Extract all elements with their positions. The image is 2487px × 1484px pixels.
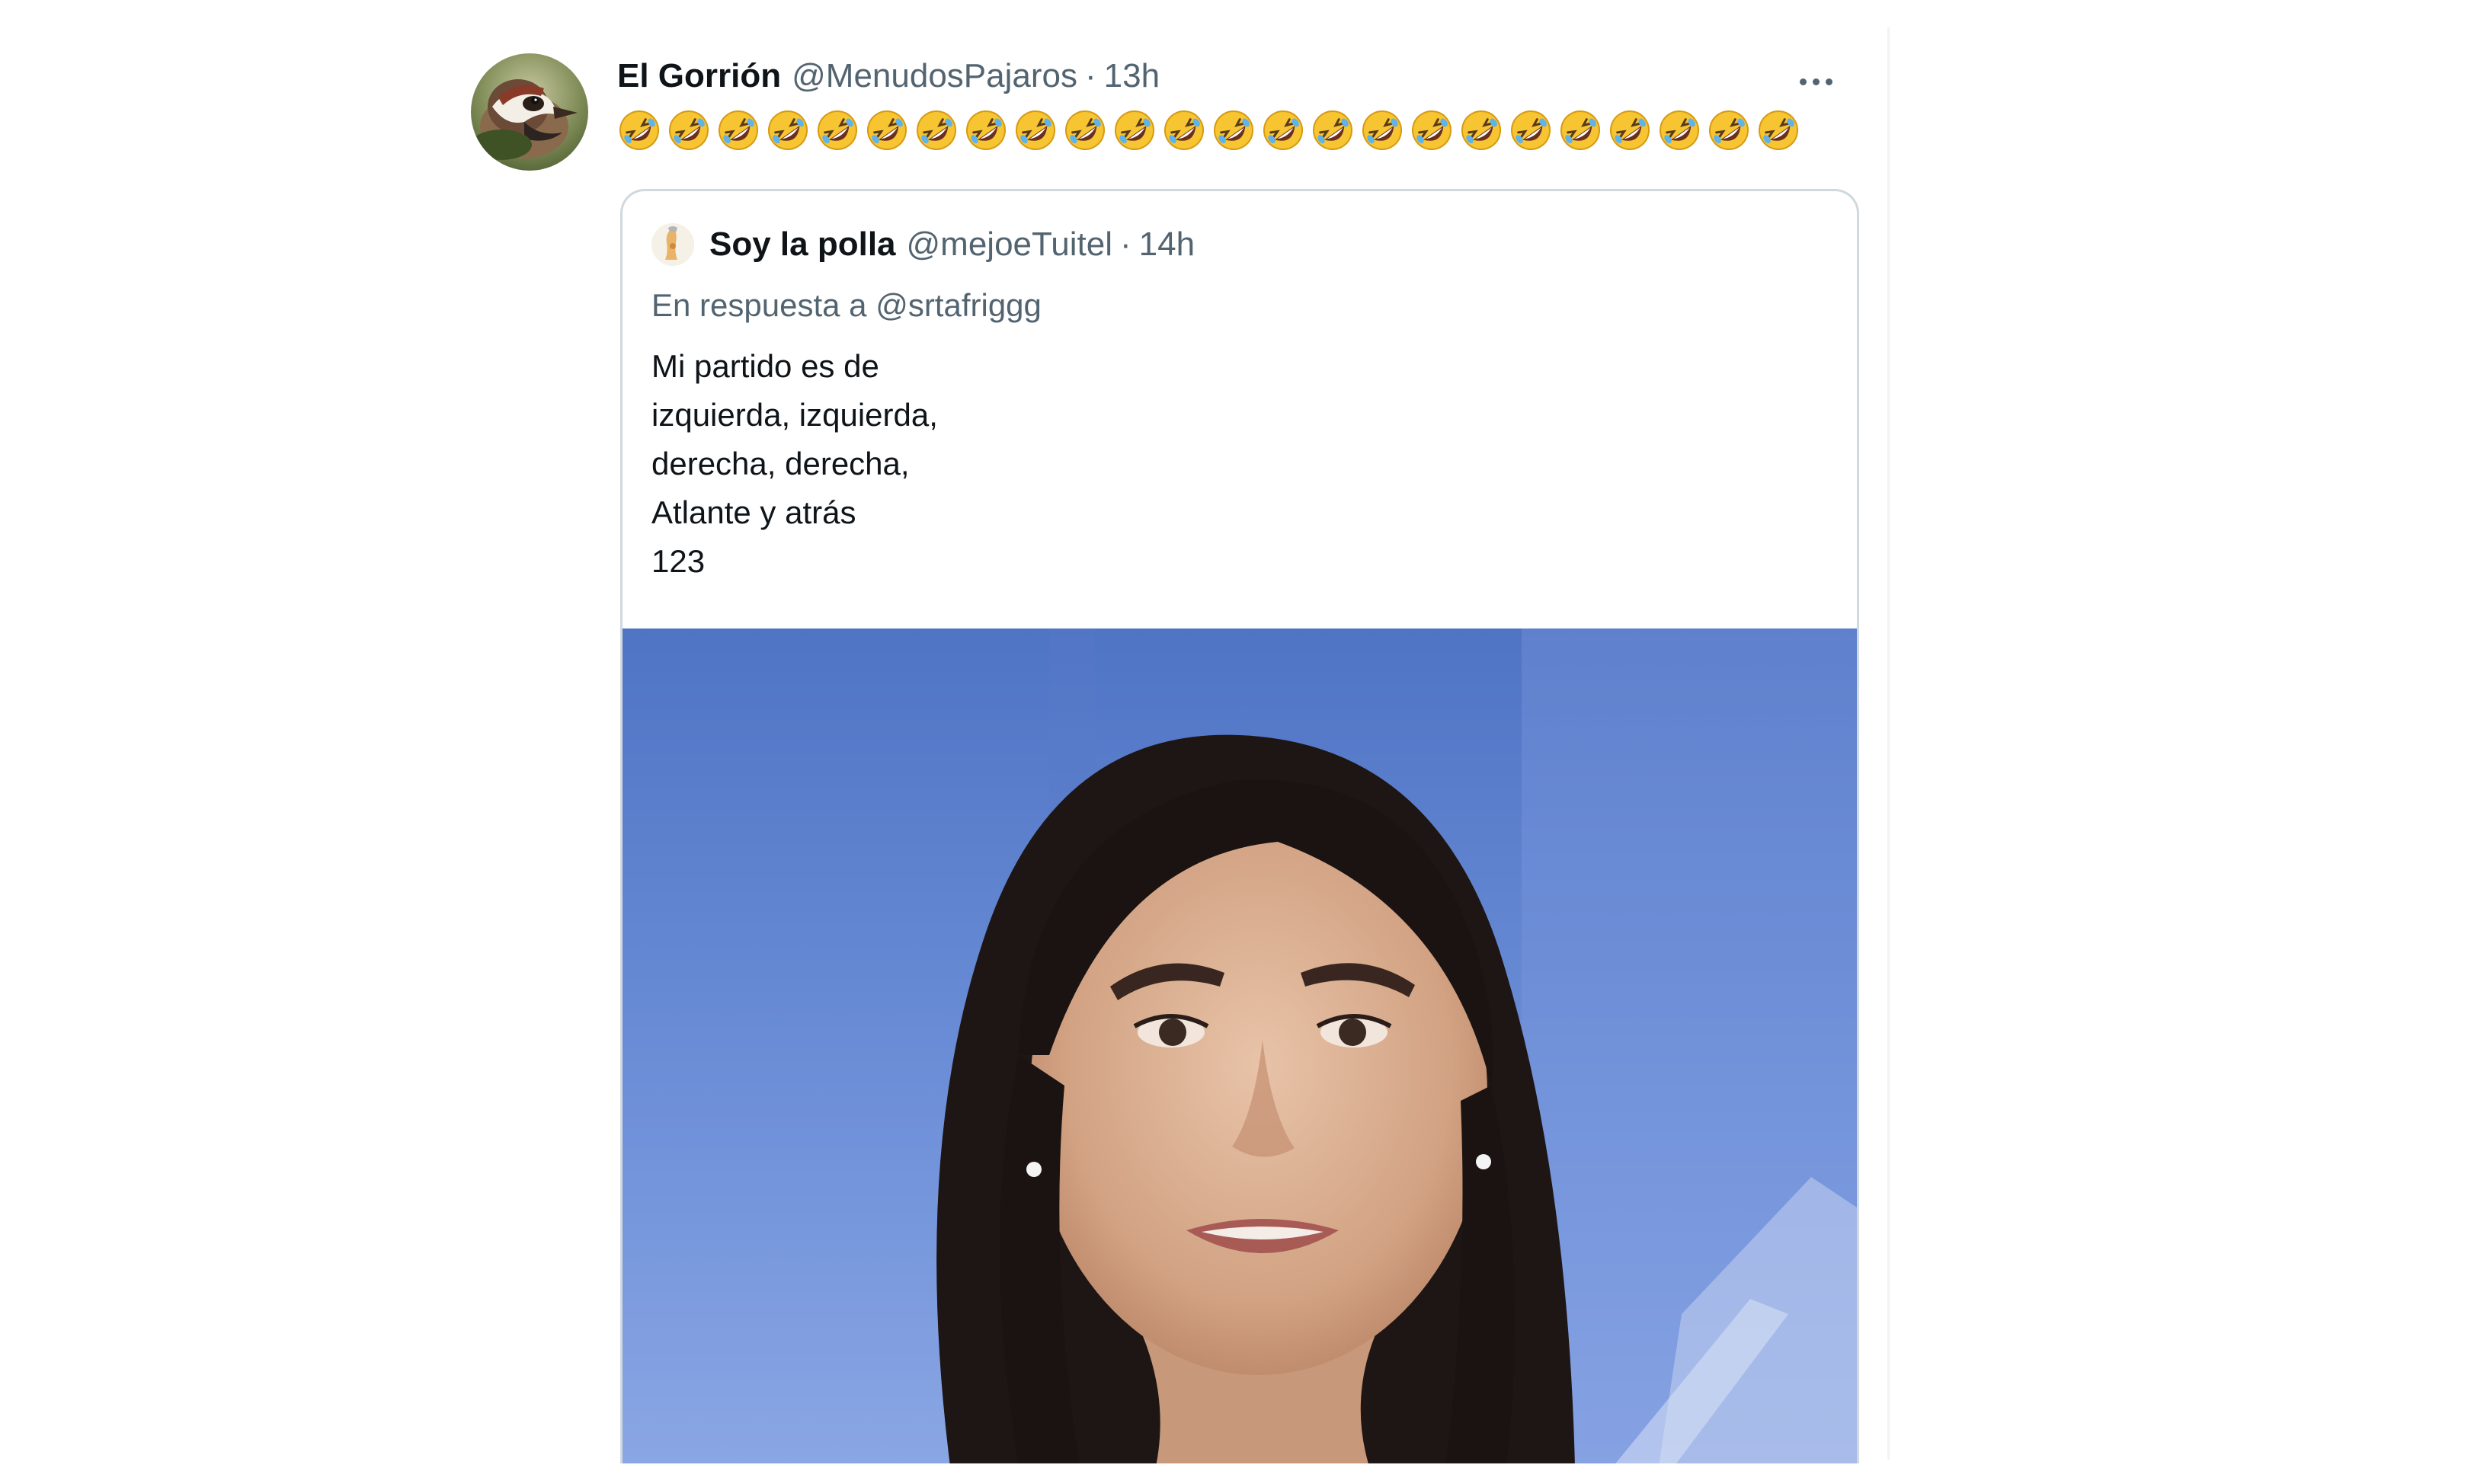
quoted-tweet-text: Mi partido es de izquierda, izquierda, d… [651, 342, 938, 586]
author-avatar[interactable] [471, 53, 588, 171]
rolling-laughing-emoji-icon [1759, 110, 1798, 150]
rolling-laughing-emoji-icon [669, 110, 709, 150]
quoted-tweet-header: Soy la polla @mejoeTuitel · 14h [651, 220, 1195, 269]
quoted-text-line: derecha, derecha, [651, 446, 910, 481]
rolling-laughing-emoji-icon [867, 110, 907, 150]
quoted-text-line: Atlante y atrás [651, 494, 856, 530]
quoted-author-avatar[interactable] [651, 223, 694, 266]
rolling-laughing-emoji-icon [1709, 110, 1749, 150]
more-options-button[interactable] [1789, 62, 1842, 101]
quoted-author-handle[interactable]: @mejoeTuitel [907, 225, 1112, 264]
more-options-icon [1797, 78, 1836, 85]
quoted-text-line: Mi partido es de [651, 348, 879, 384]
page: El Gorrión @MenudosPajaros · 13h 🤣🤣🤣🤣🤣🤣🤣… [0, 0, 2487, 1484]
quoted-tweet-card[interactable]: Soy la polla @mejoeTuitel · 14h En respu… [620, 189, 1859, 1463]
tweet[interactable]: El Gorrión @MenudosPajaros · 13h 🤣🤣🤣🤣🤣🤣🤣… [471, 53, 1859, 1463]
tweet-header: El Gorrión @MenudosPajaros · 13h [617, 53, 1160, 99]
rolling-laughing-emoji-icon [1313, 110, 1352, 150]
reply-prefix: En respuesta a [651, 287, 867, 323]
rolling-laughing-emoji-icon [1412, 110, 1452, 150]
reply-context: En respuesta a @srtafriggg [651, 284, 1042, 327]
author-name[interactable]: El Gorrión [617, 57, 781, 95]
timeline-column-border [1887, 27, 1890, 1460]
rolling-laughing-emoji-icon [1164, 110, 1204, 150]
rolling-laughing-emoji-icon [1016, 110, 1055, 150]
quoted-avatar-icon [651, 223, 694, 266]
rolling-laughing-emoji-icon [1560, 110, 1600, 150]
rolling-laughing-emoji-icon [1065, 110, 1105, 150]
header-separator: · [1084, 57, 1096, 94]
rolling-laughing-emoji-icon [818, 110, 857, 150]
tweet-emoji-row [617, 108, 1806, 152]
quoted-header-separator: · [1119, 225, 1131, 263]
rolling-laughing-emoji-icon [1610, 110, 1650, 150]
rolling-laughing-emoji-icon [1214, 110, 1253, 150]
quoted-text-line: 123 [651, 543, 706, 579]
quoted-text-line: izquierda, izquierda, [651, 397, 938, 433]
author-handle[interactable]: @MenudosPajaros [792, 57, 1077, 95]
rolling-laughing-emoji-icon [1511, 110, 1551, 150]
rolling-laughing-emoji-icon [966, 110, 1006, 150]
tweet-timestamp[interactable]: 13h [1104, 57, 1160, 95]
rolling-laughing-emoji-icon [1660, 110, 1699, 150]
quoted-tweet-photo[interactable] [623, 628, 1857, 1463]
rolling-laughing-emoji-icon [768, 110, 808, 150]
rolling-laughing-emoji-icon [1461, 110, 1501, 150]
reply-mention-link[interactable]: @srtafriggg [875, 287, 1042, 323]
rolling-laughing-emoji-icon [1115, 110, 1154, 150]
sparrow-avatar-icon [471, 53, 588, 171]
rolling-laughing-emoji-icon [1263, 110, 1303, 150]
portrait-photo [623, 628, 1857, 1463]
rolling-laughing-emoji-icon [917, 110, 956, 150]
rolling-laughing-emoji-icon [719, 110, 758, 150]
quoted-author-name[interactable]: Soy la polla [709, 225, 896, 264]
rolling-laughing-emoji-icon [619, 110, 659, 150]
quoted-tweet-timestamp[interactable]: 14h [1139, 225, 1195, 264]
rolling-laughing-emoji-icon [1362, 110, 1402, 150]
